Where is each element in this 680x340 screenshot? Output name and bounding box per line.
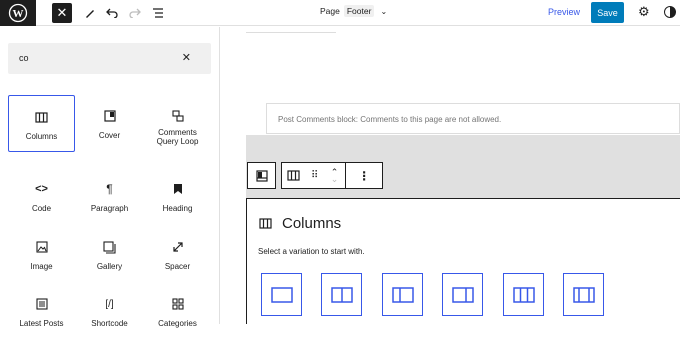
three-columns-equal-icon (512, 286, 535, 303)
search-field[interactable]: co ✕ (8, 43, 211, 74)
image-icon (35, 241, 48, 253)
block-label: Code (31, 204, 52, 213)
save-button[interactable]: Save (591, 2, 624, 23)
shortcode-icon: [/] (105, 298, 114, 310)
block-item-columns[interactable]: Columns (8, 95, 75, 152)
tools-button[interactable] (80, 1, 100, 25)
columns-placeholder: Columns Select a variation to start with… (246, 198, 680, 324)
block-item-comments-query-loop[interactable]: Comments Query Loop (144, 95, 211, 152)
placeholder-instructions: Select a variation to start with. (258, 247, 365, 256)
variation-66-33[interactable] (442, 273, 483, 316)
one-column-icon (270, 286, 293, 303)
code-icon: <> (35, 183, 48, 195)
variation-25-50-25[interactable] (563, 273, 604, 316)
latest-posts-icon (35, 298, 48, 310)
block-item-image[interactable]: Image (8, 226, 75, 283)
close-icon: ✕ (56, 5, 68, 20)
variation-100[interactable] (261, 273, 302, 316)
more-options-icon[interactable]: ⋮ (346, 163, 382, 188)
close-inserter-button[interactable]: ✕ (52, 3, 72, 23)
svg-text:W: W (13, 8, 24, 20)
parent-block-icon (255, 169, 268, 182)
move-buttons[interactable]: ⌃ ⌄ (324, 163, 346, 188)
editor-canvas: Post Comments block: Comments to this pa… (221, 27, 680, 324)
placeholder-title: Columns (282, 215, 342, 232)
two-columns-two-thirds-icon (451, 286, 474, 303)
two-columns-one-third-icon (391, 286, 414, 303)
columns-icon (259, 218, 272, 229)
block-item-code[interactable]: <> Code (8, 168, 75, 225)
drag-handle-icon[interactable]: ⠿ (306, 163, 324, 188)
wordpress-icon: W (8, 3, 28, 23)
categories-icon (171, 298, 184, 310)
block-item-gallery[interactable]: Gallery (76, 226, 143, 283)
pen-icon (86, 10, 94, 18)
search-input[interactable]: co (19, 53, 29, 63)
chevron-down-icon[interactable]: ⌄ (331, 174, 339, 183)
block-item-cover[interactable]: Cover (76, 95, 143, 152)
block-label: Columns (25, 132, 58, 141)
block-item-spacer[interactable]: Spacer (144, 226, 211, 283)
page-label: Page (320, 6, 340, 16)
preview-button[interactable]: Preview (548, 7, 580, 17)
divider (246, 32, 336, 33)
document-title[interactable]: Page Footer ⌄ (320, 5, 387, 17)
block-label: Cover (98, 131, 121, 140)
block-toolbar: ⠿ ⌃ ⌄ ⋮ (281, 162, 383, 189)
block-label: Image (30, 262, 53, 271)
variation-33-33-33[interactable] (503, 273, 544, 316)
undo-button[interactable] (102, 1, 122, 25)
clear-search-icon[interactable]: ✕ (182, 51, 191, 64)
block-item-heading[interactable]: Heading (144, 168, 211, 225)
styles-contrast-icon[interactable] (664, 6, 676, 18)
redo-icon (129, 8, 141, 18)
gallery-icon (103, 240, 116, 254)
spacer-icon (172, 242, 183, 252)
block-item-shortcode[interactable]: [/] Shortcode (76, 283, 143, 340)
block-inserter-panel: co ✕ Columns Cover Comments Query Loop <… (0, 27, 220, 328)
cover-icon (103, 110, 116, 122)
block-label: Comments Query Loop (156, 128, 199, 146)
block-label: Paragraph (90, 204, 129, 213)
heading-icon (173, 184, 182, 194)
undo-icon (106, 8, 118, 18)
document-overview-button[interactable] (148, 1, 168, 25)
columns-icon (287, 170, 300, 181)
block-label: Spacer (164, 262, 191, 271)
columns-icon (35, 111, 48, 123)
three-columns-wide-center-icon (572, 286, 595, 303)
two-columns-equal-icon (330, 286, 353, 303)
block-type-button[interactable] (282, 163, 306, 188)
comments-query-loop-icon (171, 110, 184, 122)
block-item-categories[interactable]: Categories (144, 283, 211, 340)
post-comments-block[interactable]: Post Comments block: Comments to this pa… (266, 103, 680, 134)
list-view-icon (153, 8, 163, 18)
block-item-paragraph[interactable]: ¶ Paragraph (76, 168, 143, 225)
select-parent-button[interactable] (247, 162, 276, 189)
block-label: Gallery (96, 262, 123, 271)
block-label: Heading (162, 204, 193, 213)
placeholder-heading: Columns (259, 215, 341, 232)
block-item-latest-posts[interactable]: Latest Posts (8, 283, 75, 340)
variation-50-50[interactable] (321, 273, 362, 316)
chevron-down-icon[interactable]: ⌄ (380, 7, 387, 16)
paragraph-icon: ¶ (106, 182, 113, 196)
settings-gear-icon[interactable]: ⚙ (638, 4, 650, 20)
wordpress-logo-button[interactable]: W (0, 0, 36, 26)
redo-button[interactable] (125, 1, 145, 25)
template-badge: Footer (343, 5, 375, 17)
variation-33-66[interactable] (382, 273, 423, 316)
comments-notice: Post Comments block: Comments to this pa… (278, 115, 502, 124)
editor-header: W ✕ Page Footer ⌄ Preview Save ⚙ (0, 0, 680, 26)
